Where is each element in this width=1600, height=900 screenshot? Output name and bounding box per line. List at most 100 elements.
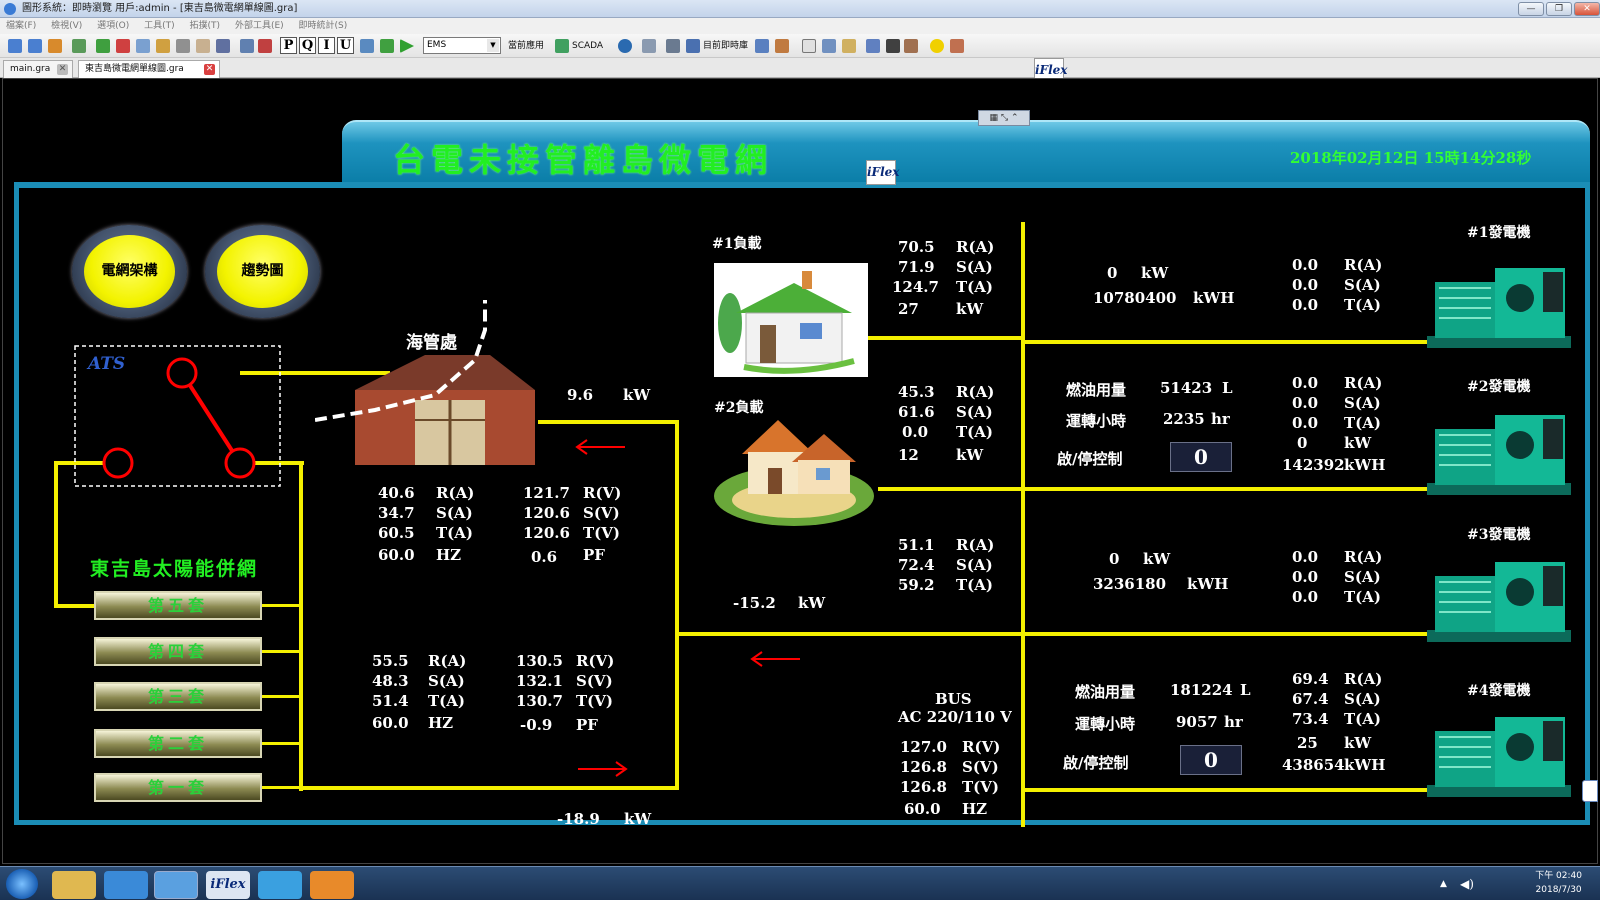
edit-icon[interactable] <box>72 39 86 53</box>
gen1-kwh: 10780400 <box>1093 289 1177 307</box>
gen2-hours-label: 運轉小時 <box>1066 412 1127 430</box>
database-icon[interactable] <box>686 39 700 53</box>
menu-topology[interactable]: 拓撲(T) <box>184 18 227 34</box>
arrow-left-icon <box>575 439 625 455</box>
solar-set-1-button[interactable]: 第一套 <box>94 773 262 802</box>
refresh-green-icon[interactable] <box>380 39 394 53</box>
unit-ra: R(A) <box>436 484 475 502</box>
menu-options[interactable]: 選項(O) <box>91 18 135 34</box>
gen2-ctrl-label: 啟/停控制 <box>1057 450 1123 468</box>
view-controls[interactable]: ▦ ⤡ ⌃ <box>978 110 1030 126</box>
bus-line <box>260 695 302 698</box>
tab-main[interactable]: main.gra ✕ <box>3 60 73 78</box>
menu-realtime-stats[interactable]: 即時統計(S) <box>293 18 354 34</box>
scada-button[interactable]: SCADA <box>572 39 603 53</box>
unit-hz: HZ <box>962 800 988 818</box>
bell-app-icon[interactable] <box>310 871 354 899</box>
restore-button[interactable]: ❐ <box>1546 2 1572 16</box>
tab-single-line-diagram[interactable]: 東吉島微電網單線圖.gra ✕ <box>78 60 220 78</box>
menu-file[interactable]: 檔案(F) <box>0 18 42 34</box>
u-button[interactable]: U <box>337 37 354 54</box>
forward-icon[interactable] <box>28 39 42 53</box>
gen2-start-stop-control[interactable]: 0 <box>1170 442 1232 472</box>
remote-app-icon[interactable] <box>154 871 198 899</box>
zoom-area-icon[interactable] <box>136 39 150 53</box>
feeder3-sa: 72.4 <box>898 556 935 574</box>
gen3-kwh: 3236180 <box>1093 575 1167 593</box>
zoom-in-icon[interactable] <box>96 39 110 53</box>
book-icon[interactable] <box>755 39 769 53</box>
annotate-icon[interactable] <box>822 39 836 53</box>
app-select[interactable]: EMS ▼ <box>423 37 501 54</box>
volume-icon[interactable]: ◀) <box>1460 877 1474 891</box>
settings-icon[interactable] <box>904 39 918 53</box>
main-bus-bar <box>1021 222 1025 827</box>
load1-sa: 71.9 <box>898 258 935 276</box>
meter-lower-ra: 55.5 <box>372 652 409 670</box>
monitor-icon[interactable] <box>666 39 680 53</box>
window-titlebar: 圖形系統：即時瀏覽 用戶:admin - [東吉島微電網單線圖.gra] — ❐… <box>0 0 1600 18</box>
pointer-icon[interactable] <box>802 39 816 53</box>
pdf-icon[interactable] <box>258 39 272 53</box>
menu-external-tools[interactable]: 外部工具(E) <box>229 18 290 34</box>
trend-chart-button[interactable]: 趨勢圖 <box>205 225 320 318</box>
file-explorer-icon[interactable] <box>52 871 96 899</box>
close-icon[interactable]: ✕ <box>204 64 215 75</box>
unit-tv: T(V) <box>962 778 999 796</box>
close-icon[interactable]: ✕ <box>57 64 68 75</box>
i-button[interactable]: I <box>318 37 335 54</box>
lightbulb-icon[interactable] <box>930 39 944 53</box>
fullscreen-icon[interactable] <box>216 39 230 53</box>
export-icon[interactable] <box>775 39 789 53</box>
solar-set-3-button[interactable]: 第三套 <box>94 682 262 711</box>
back-icon[interactable] <box>8 39 22 53</box>
unit-kw: kW <box>1141 264 1169 282</box>
solar-set-2-button[interactable]: 第二套 <box>94 729 262 758</box>
side-widget-icon[interactable] <box>1582 780 1598 802</box>
gen2-label: #2發電機 <box>1467 379 1531 395</box>
gen4-start-stop-control[interactable]: 0 <box>1180 745 1242 775</box>
meter-lower-ta: 51.4 <box>372 692 409 710</box>
menu-view[interactable]: 檢視(V) <box>45 18 88 34</box>
iflex-taskbar-button[interactable]: iFlex <box>206 871 250 899</box>
print-icon[interactable] <box>240 39 254 53</box>
check-icon[interactable] <box>886 39 900 53</box>
generator1-icon <box>1427 268 1571 348</box>
realtime-lib-button[interactable]: 目前即時庫 <box>703 39 748 53</box>
menu-tools[interactable]: 工具(T) <box>138 18 181 34</box>
internet-explorer-icon[interactable] <box>104 871 148 899</box>
pan-hand-icon[interactable] <box>196 39 210 53</box>
start-button-icon[interactable] <box>6 869 38 899</box>
minimize-button[interactable]: — <box>1518 2 1544 16</box>
solar-set-5-button[interactable]: 第五套 <box>94 591 262 620</box>
q-button[interactable]: Q <box>299 37 316 54</box>
tray-expand-icon[interactable]: ▲ <box>1440 879 1447 889</box>
zoom-out-icon[interactable] <box>116 39 130 53</box>
fit-window-icon[interactable] <box>156 39 170 53</box>
solar-kw-unit: kW <box>624 810 652 828</box>
chart-icon[interactable] <box>360 39 374 53</box>
select-rect-icon[interactable] <box>176 39 190 53</box>
unit-sv: S(V) <box>576 672 613 690</box>
home-icon[interactable] <box>48 39 62 53</box>
scada-icon[interactable] <box>555 39 569 53</box>
play-icon[interactable] <box>400 39 414 53</box>
p-button[interactable]: P <box>280 37 297 54</box>
unit-sa: S(A) <box>956 556 993 574</box>
grid-arch-button[interactable]: 電網架構 <box>72 225 187 318</box>
alarm-icon[interactable] <box>950 39 964 53</box>
gen2-kw: 0 <box>1297 434 1308 452</box>
clock-date: 2018/7/30 <box>1535 885 1582 895</box>
generator2-icon <box>1427 415 1571 495</box>
pen-icon[interactable] <box>842 39 856 53</box>
chevron-down-icon: ▼ <box>487 39 499 52</box>
system-clock[interactable]: 下午 02:40 2018/7/30 <box>1535 869 1582 897</box>
table-icon[interactable] <box>642 39 656 53</box>
globe-icon[interactable] <box>258 871 302 899</box>
solar-set-4-button[interactable]: 第四套 <box>94 637 262 666</box>
close-window-button[interactable]: ✕ <box>1574 2 1600 16</box>
reload-icon[interactable] <box>618 39 632 53</box>
menu-bar: 檔案(F) 檢視(V) 選項(O) 工具(T) 拓撲(T) 外部工具(E) 即時… <box>0 18 1600 34</box>
network-icon[interactable] <box>866 39 880 53</box>
unit-sa: S(A) <box>1344 690 1381 708</box>
